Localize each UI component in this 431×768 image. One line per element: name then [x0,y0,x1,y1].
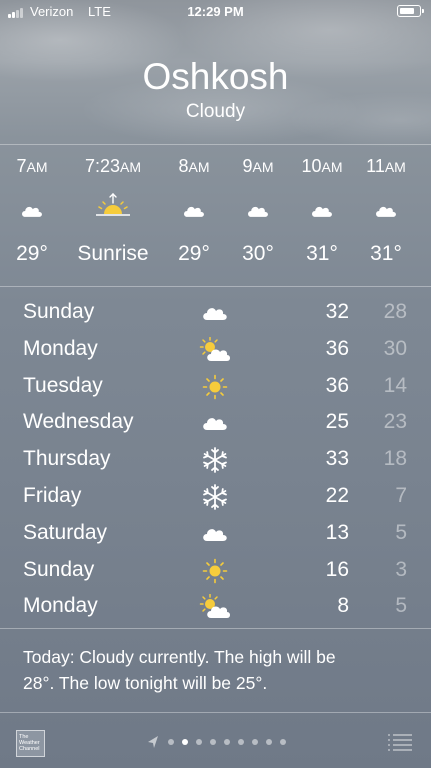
sun-icon [199,374,231,400]
low-temp: 30 [383,336,407,360]
low-temp: 7 [395,484,407,507]
low-temp: 14 [383,373,407,397]
page-dot[interactable] [210,739,216,745]
low-temp: 5 [395,594,407,618]
high-temp: 33 [325,447,349,471]
cloud-icon [244,200,272,222]
divider [0,144,431,145]
daily-row: Friday 22 7 [0,479,431,515]
divider [0,712,431,713]
high-temp: 16 [325,557,349,581]
low-temp: 28 [383,300,407,323]
page-dot[interactable] [182,739,188,745]
hour-time: 7:23AM [84,156,142,176]
daily-row: Tuesday 36 14 [0,369,431,405]
hour-temp: Sunrise [77,242,149,265]
day-name: Wednesday [23,410,134,434]
hour-time: 11AM [366,156,406,176]
summary-line: Today: Cloudy currently. The high will b… [23,647,336,667]
hour-time: 7AM [16,156,48,176]
day-name: Friday [23,484,82,507]
city-name: Oshkosh [142,56,289,97]
snowflake-icon [199,447,231,474]
hour-temp: 29° [16,242,48,265]
daily-row: Saturday 13 5 [0,516,431,552]
daily-row: Wednesday 25 23 [0,405,431,441]
divider [0,286,431,287]
hour-temp: 31° [370,242,402,265]
divider [0,628,431,629]
snowflake-icon [199,484,231,510]
cloud-icon [308,200,336,222]
sun-icon [199,558,231,584]
daily-row: Sunday 16 3 [0,553,431,589]
cloud-icon [199,521,231,547]
daily-row: Monday 8 5 [0,589,431,625]
hourly-forecast[interactable]: 7AM 29° 7:23AM Sunrise 8AM 29° 9AM 30° 10AM 31° 11… [0,146,431,286]
low-temp: 18 [383,447,407,471]
cloud-icon [372,200,400,222]
low-temp: 5 [395,520,407,544]
day-name: Sunday [23,557,95,581]
high-temp: 8 [337,594,349,618]
day-name: Monday [23,336,98,360]
cloud-icon [199,410,231,436]
day-name: Saturday [23,520,108,544]
page-dot[interactable] [168,739,174,745]
low-temp: 3 [395,557,407,581]
day-name: Thursday [23,447,111,471]
page-dot[interactable] [196,739,202,745]
high-temp: 32 [325,300,349,323]
battery-icon [397,5,424,17]
high-temp: 36 [325,336,349,360]
low-temp: 23 [383,410,407,434]
high-temp: 36 [325,373,349,397]
day-name: Sunday [23,300,95,323]
current-condition: Cloudy [185,101,246,122]
high-temp: 22 [325,484,349,507]
location-arrow-icon [148,736,158,748]
cloud-icon [199,300,231,326]
cloud-icon [18,200,46,222]
status-time: 12:29 PM [187,4,244,19]
daily-row: Sunday 32 28 [0,295,431,331]
page-dot[interactable] [280,739,286,745]
summary-line: 28°. The low tonight will be 25°. [23,673,268,693]
page-dot[interactable] [252,739,258,745]
partly-sunny-icon [199,336,231,363]
day-name: Monday [23,594,98,618]
sunrise-icon [95,191,131,221]
daily-row: Monday 36 30 [0,332,431,368]
status-bar: Verizon LTE 12:29 PM [0,0,431,24]
day-name: Tuesday [23,373,103,397]
page-dot[interactable] [238,739,244,745]
cloud-icon [180,200,208,222]
daily-row: Thursday 33 18 [0,442,431,478]
high-temp: 13 [325,520,349,544]
page-dot[interactable] [266,739,272,745]
high-temp: 25 [325,410,349,434]
today-summary: Today: Cloudy currently. The high will b… [23,644,413,696]
list-icon[interactable] [387,733,413,751]
weather-channel-logo[interactable]: The Weather Channel [16,730,45,757]
page-dot[interactable] [224,739,230,745]
partly-sunny-icon [199,594,231,620]
